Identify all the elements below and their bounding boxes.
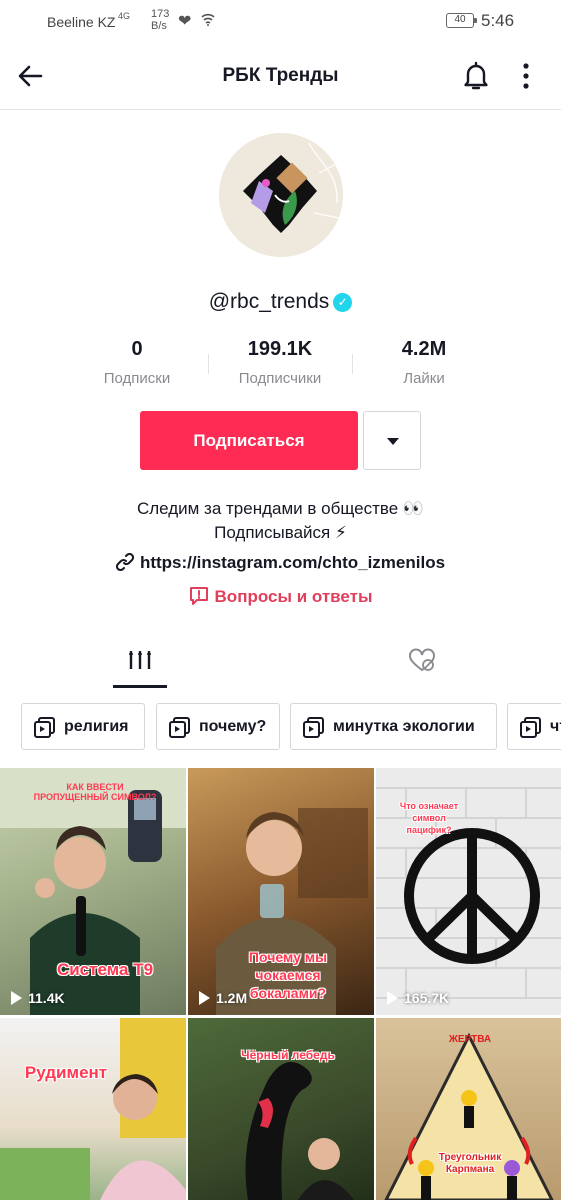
signal-indicator: 4G <box>118 11 131 21</box>
network-speed: 173 B/s <box>151 8 170 32</box>
video-thumbnail[interactable]: Чёрный лебедь <box>188 1018 374 1200</box>
video-caption: Что означает символ пацифик? <box>399 801 459 835</box>
video-preview-image <box>245 1062 354 1200</box>
heart-hidden-icon <box>409 648 435 672</box>
username-row: @rbc_trends ✓ <box>0 290 561 314</box>
profile-bio: Следим за трендами в обществе 👀 Подписыв… <box>0 497 561 545</box>
username: @rbc_trends <box>208 290 330 313</box>
tab-videos[interactable] <box>113 636 167 688</box>
video-thumbnail[interactable]: Что означает символ пацифик? 165.7K <box>376 768 561 1015</box>
tab-liked[interactable] <box>395 636 449 688</box>
qa-link[interactable]: Вопросы и ответы <box>0 586 561 607</box>
link-text: https://instagram.com/chto_izmenilos <box>139 553 446 572</box>
stat-label: Подписчики <box>238 370 322 387</box>
question-bubble-icon <box>189 587 208 605</box>
profile-tabs <box>0 636 561 688</box>
playlist-chip[interactable]: чт <box>507 703 561 750</box>
more-vertical-icon[interactable] <box>515 60 537 92</box>
playlist-chip[interactable]: почему? <box>156 703 280 750</box>
video-top-caption: КАК ВВЕСТИ ПРОПУЩЕННЫЙ СИМВОЛ? <box>33 782 157 802</box>
playlist-row: религия почему? минутка экологии чт <box>0 703 561 751</box>
bell-icon[interactable] <box>460 59 492 93</box>
playlist-label: минутка экологии <box>333 718 475 735</box>
video-caption: Система Т9 <box>56 960 154 979</box>
playlist-icon <box>520 717 541 738</box>
wifi-icon <box>201 12 215 29</box>
stat-value: 4.2M <box>401 338 447 360</box>
video-caption: Треугольник Карпмана <box>438 1152 502 1175</box>
profile-link[interactable]: https://instagram.com/chto_izmenilos <box>0 552 561 573</box>
stat-label: Подписки <box>103 370 171 387</box>
carrier-name: Beeline KZ <box>47 14 116 30</box>
video-grid: КАК ВВЕСТИ ПРОПУЩЕННЫЙ СИМВОЛ? Система Т… <box>0 768 561 1200</box>
avatar[interactable] <box>219 133 343 257</box>
stat-following[interactable]: 0 Подписки <box>62 338 212 387</box>
playlist-label: чт <box>550 718 561 735</box>
playlist-icon <box>303 717 324 738</box>
profile-stats: 0 Подписки 199.1K Подписчики 4.2M Лайки <box>0 338 561 394</box>
stat-followers[interactable]: 199.1K Подписчики <box>205 338 355 387</box>
view-count: 165.7K <box>387 990 449 1006</box>
clock: 5:46 <box>481 11 515 30</box>
playlist-icon <box>34 717 55 738</box>
view-count: 11.4K <box>11 990 65 1006</box>
grid-icon <box>129 651 151 669</box>
stat-value: 199.1K <box>247 338 313 360</box>
video-thumbnail[interactable]: Рудимент <box>0 1018 186 1200</box>
stat-likes[interactable]: 4.2M Лайки <box>349 338 499 387</box>
playlist-chip[interactable]: минутка экологии <box>290 703 497 750</box>
suggested-accounts-button[interactable] <box>363 411 421 470</box>
playlist-chip[interactable]: религия <box>21 703 145 750</box>
qa-label: Вопросы и ответы <box>214 587 373 606</box>
bio-line: Подписывайся ⚡ <box>214 523 347 542</box>
view-count: 1.2M <box>199 990 247 1006</box>
health-icon: ❤ <box>178 13 192 30</box>
video-thumbnail[interactable]: Почему мы чокаемся бокалами? 1.2M <box>188 768 374 1015</box>
video-preview-image <box>0 1018 186 1200</box>
stat-label: Лайки <box>403 370 445 387</box>
bio-line: Следим за трендами в обществе 👀 <box>136 499 425 518</box>
video-thumbnail[interactable]: ЖЕРТВА Треугольник Карпмана <box>376 1018 561 1200</box>
video-top-caption: ЖЕРТВА <box>448 1034 492 1045</box>
follow-button[interactable]: Подписаться <box>140 411 358 470</box>
top-bar: РБК Тренды <box>0 44 561 110</box>
playlist-icon <box>169 717 190 738</box>
playlist-label: религия <box>64 718 129 735</box>
caret-down-icon <box>387 438 399 445</box>
link-icon <box>115 552 134 572</box>
video-thumbnail[interactable]: КАК ВВЕСТИ ПРОПУЩЕННЫЙ СИМВОЛ? Система Т… <box>0 768 186 1015</box>
playlist-label: почему? <box>199 718 267 735</box>
status-bar: Beeline KZ 4G 173 B/s ❤ 40 5:46 <box>0 0 561 44</box>
video-caption: Чёрный лебедь <box>241 1048 335 1062</box>
verified-check-icon: ✓ <box>333 293 353 312</box>
video-caption: Рудимент <box>24 1063 108 1082</box>
battery-icon: 40 <box>446 13 477 28</box>
stat-value: 0 <box>131 338 143 360</box>
